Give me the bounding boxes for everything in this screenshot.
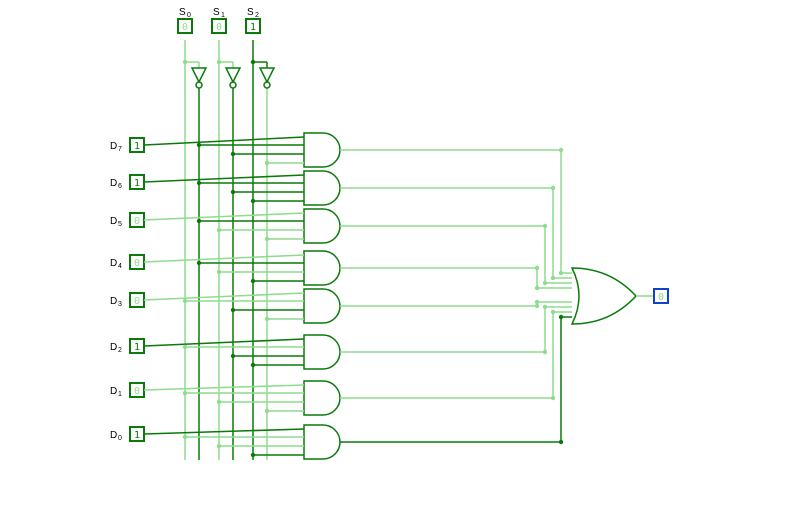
d6-label: D	[110, 178, 117, 189]
and-out-3	[340, 268, 572, 288]
and-out-5	[340, 307, 572, 352]
and-out-7	[340, 317, 572, 442]
s1-label: S	[213, 7, 220, 18]
s1-value: 0	[216, 22, 222, 33]
and-gate-3	[304, 251, 340, 285]
d7-wire	[144, 137, 304, 145]
s1-sub: 1	[221, 12, 225, 19]
output-value: 0	[658, 292, 664, 303]
d6-sub: 6	[118, 183, 122, 190]
d0-value: 1	[134, 430, 140, 441]
and-gate-6	[304, 381, 340, 415]
and-out-0	[340, 150, 572, 273]
and-gate-2	[304, 209, 340, 243]
d5-value: 0	[134, 216, 140, 227]
d2-wire	[144, 339, 304, 346]
d1-sub: 1	[118, 391, 122, 398]
d6-value: 1	[134, 178, 140, 189]
and-out-6	[340, 312, 572, 398]
d4-value: 0	[134, 258, 140, 269]
and-gate-1	[304, 171, 340, 205]
s0-sub: 0	[187, 12, 191, 19]
junction	[251, 60, 255, 64]
d2-value: 1	[134, 342, 140, 353]
d3-sub: 3	[118, 301, 122, 308]
d0-label: D	[110, 430, 117, 441]
d7-sub: 7	[118, 146, 122, 153]
d3-label: D	[110, 296, 117, 307]
d4-sub: 4	[118, 263, 122, 270]
d2-label: D	[110, 342, 117, 353]
d0-sub: 0	[118, 435, 122, 442]
d3-wire	[144, 293, 304, 300]
d5-sub: 5	[118, 221, 122, 228]
d4-label: D	[110, 258, 117, 269]
s1-not-gate	[226, 68, 240, 82]
d5-wire	[144, 213, 304, 220]
junction	[217, 60, 221, 64]
s0-value: 0	[182, 22, 188, 33]
s0-not-gate	[192, 68, 206, 82]
and-gate-5	[304, 335, 340, 369]
s2-not-gate	[260, 68, 274, 82]
d5-label: D	[110, 216, 117, 227]
d3-value: 0	[134, 296, 140, 307]
d7-value: 1	[134, 141, 140, 152]
s2-value: 1	[250, 22, 256, 33]
d4-wire	[144, 255, 304, 262]
junction	[183, 60, 187, 64]
d6-wire	[144, 175, 304, 182]
and-out-1	[340, 188, 572, 278]
s0-label: S	[179, 7, 186, 18]
s2-sub: 2	[255, 12, 259, 19]
and-gate-7	[304, 425, 340, 459]
or-gate	[572, 268, 636, 324]
d2-sub: 2	[118, 347, 122, 354]
d1-label: D	[110, 386, 117, 397]
d0-wire	[144, 429, 304, 434]
s2-label: S	[247, 7, 254, 18]
d1-value: 0	[134, 386, 140, 397]
and-gate-0	[304, 133, 340, 167]
d1-wire	[144, 385, 304, 390]
d7-label: D	[110, 141, 117, 152]
and-gate-4	[304, 289, 340, 323]
